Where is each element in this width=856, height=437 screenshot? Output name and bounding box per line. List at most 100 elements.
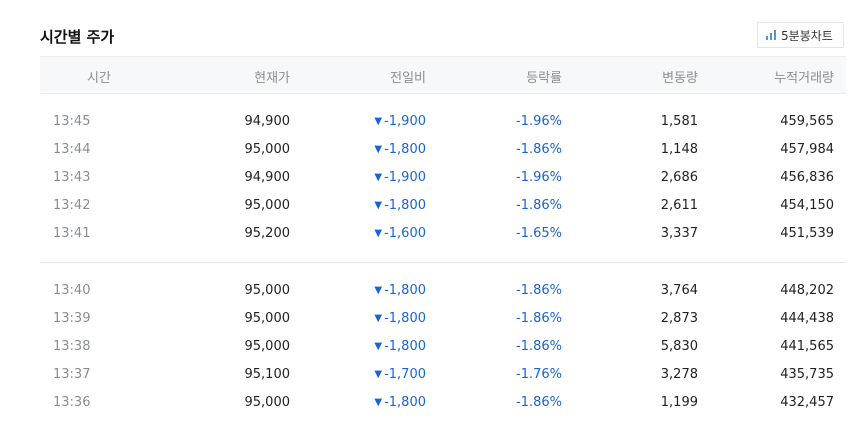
accumulated-volume-cell: 454,150 (780, 198, 834, 213)
change-value: -1,900 (384, 170, 426, 185)
time-cell: 13:42 (53, 198, 91, 213)
rate-cell: -1.86% (516, 339, 562, 354)
table-row: 13:39 95,000 ▼ -1,800 -1.86% 2,873 444,43… (40, 305, 846, 333)
volume-change-cell: 2,873 (660, 311, 698, 326)
table-row: 13:40 95,000 ▼ -1,800 -1.86% 3,764 448,20… (40, 277, 846, 305)
change-value: -1,800 (384, 339, 426, 354)
volume-change-cell: 1,148 (660, 142, 698, 157)
change-cell: ▼ -1,800 (374, 198, 426, 213)
time-cell: 13:41 (53, 226, 91, 241)
price-cell: 94,900 (244, 114, 291, 129)
change-value: -1,800 (384, 283, 426, 298)
volume-change-cell: 3,764 (660, 283, 698, 298)
rate-cell: -1.86% (516, 311, 562, 326)
chart-button-label: 5분봉차트 (781, 28, 833, 43)
rate-cell: -1.96% (516, 114, 562, 129)
price-cell: 95,200 (244, 226, 291, 241)
bar-chart-icon (766, 30, 776, 40)
accumulated-volume-cell: 457,984 (780, 142, 834, 157)
accumulated-volume-cell: 432,457 (780, 395, 834, 410)
change-cell: ▼ -1,700 (374, 367, 426, 382)
volume-change-cell: 2,686 (660, 170, 698, 185)
change-cell: ▼ -1,800 (374, 339, 426, 354)
rate-cell: -1.86% (516, 142, 562, 157)
price-cell: 94,900 (244, 170, 291, 185)
price-cell: 95,100 (244, 367, 291, 382)
volume-change-cell: 2,611 (660, 198, 698, 213)
change-value: -1,800 (384, 395, 426, 410)
row-group-1: 13:45 94,900 ▼ -1,900 -1.96% 1,581 459,56… (40, 108, 846, 248)
rate-cell: -1.86% (516, 395, 562, 410)
time-cell: 13:38 (53, 339, 91, 354)
change-value: -1,700 (384, 367, 426, 382)
rate-cell: -1.65% (516, 226, 562, 241)
down-arrow-icon: ▼ (374, 228, 383, 239)
time-cell: 13:36 (53, 395, 91, 410)
rate-cell: -1.76% (516, 367, 562, 382)
header-volume-change: 변동량 (662, 71, 698, 86)
price-cell: 95,000 (244, 283, 291, 298)
time-cell: 13:40 (53, 283, 91, 298)
rate-cell: -1.86% (516, 198, 562, 213)
change-cell: ▼ -1,900 (374, 114, 426, 129)
header-rate: 등락률 (526, 71, 562, 86)
volume-change-cell: 3,278 (660, 367, 698, 382)
change-value: -1,600 (384, 226, 426, 241)
change-cell: ▼ -1,800 (374, 311, 426, 326)
accumulated-volume-cell: 441,565 (780, 339, 834, 354)
table-row: 13:45 94,900 ▼ -1,900 -1.96% 1,581 459,56… (40, 108, 846, 136)
change-cell: ▼ -1,800 (374, 142, 426, 157)
table-row: 13:43 94,900 ▼ -1,900 -1.96% 2,686 456,83… (40, 164, 846, 192)
section-title: 시간별 주가 (40, 28, 115, 46)
rate-cell: -1.86% (516, 283, 562, 298)
change-value: -1,900 (384, 114, 426, 129)
down-arrow-icon: ▼ (374, 172, 383, 183)
five-minute-chart-button[interactable]: 5분봉차트 (757, 22, 844, 48)
table-row: 13:37 95,100 ▼ -1,700 -1.76% 3,278 435,73… (40, 361, 846, 389)
price-cell: 95,000 (244, 339, 291, 354)
header-price: 현재가 (254, 71, 290, 86)
volume-change-cell: 1,199 (660, 395, 698, 410)
change-value: -1,800 (384, 311, 426, 326)
table-header: 시간 현재가 전일비 등락률 변동량 누적거래량 (40, 56, 846, 94)
down-arrow-icon: ▼ (374, 397, 383, 408)
row-group-2: 13:40 95,000 ▼ -1,800 -1.86% 3,764 448,20… (40, 277, 846, 417)
accumulated-volume-cell: 459,565 (780, 114, 834, 129)
table-row: 13:44 95,000 ▼ -1,800 -1.86% 1,148 457,98… (40, 136, 846, 164)
down-arrow-icon: ▼ (374, 313, 383, 324)
change-cell: ▼ -1,800 (374, 283, 426, 298)
volume-change-cell: 1,581 (660, 114, 698, 129)
table-row: 13:36 95,000 ▼ -1,800 -1.86% 1,199 432,45… (40, 389, 846, 417)
volume-change-cell: 5,830 (660, 339, 698, 354)
accumulated-volume-cell: 435,735 (780, 367, 834, 382)
rate-cell: -1.96% (516, 170, 562, 185)
table-row: 13:41 95,200 ▼ -1,600 -1.65% 3,337 451,53… (40, 220, 846, 248)
table-row: 13:42 95,000 ▼ -1,800 -1.86% 2,611 454,15… (40, 192, 846, 220)
price-cell: 95,000 (244, 311, 291, 326)
volume-change-cell: 3,337 (660, 226, 698, 241)
accumulated-volume-cell: 444,438 (780, 311, 834, 326)
time-cell: 13:45 (53, 114, 91, 129)
time-cell: 13:39 (53, 311, 91, 326)
change-value: -1,800 (384, 198, 426, 213)
table-row: 13:38 95,000 ▼ -1,800 -1.86% 5,830 441,56… (40, 333, 846, 361)
group-divider (40, 262, 846, 263)
price-cell: 95,000 (244, 142, 291, 157)
change-cell: ▼ -1,900 (374, 170, 426, 185)
header-time: 시간 (87, 71, 111, 86)
change-cell: ▼ -1,800 (374, 395, 426, 410)
down-arrow-icon: ▼ (374, 285, 383, 296)
time-cell: 13:43 (53, 170, 91, 185)
down-arrow-icon: ▼ (374, 116, 383, 127)
accumulated-volume-cell: 456,836 (780, 170, 834, 185)
header-change: 전일비 (390, 71, 426, 86)
change-value: -1,800 (384, 142, 426, 157)
down-arrow-icon: ▼ (374, 341, 383, 352)
time-cell: 13:44 (53, 142, 91, 157)
accumulated-volume-cell: 451,539 (780, 226, 834, 241)
accumulated-volume-cell: 448,202 (780, 283, 834, 298)
header-accumulated-volume: 누적거래량 (774, 71, 834, 86)
down-arrow-icon: ▼ (374, 369, 383, 380)
down-arrow-icon: ▼ (374, 144, 383, 155)
down-arrow-icon: ▼ (374, 200, 383, 211)
